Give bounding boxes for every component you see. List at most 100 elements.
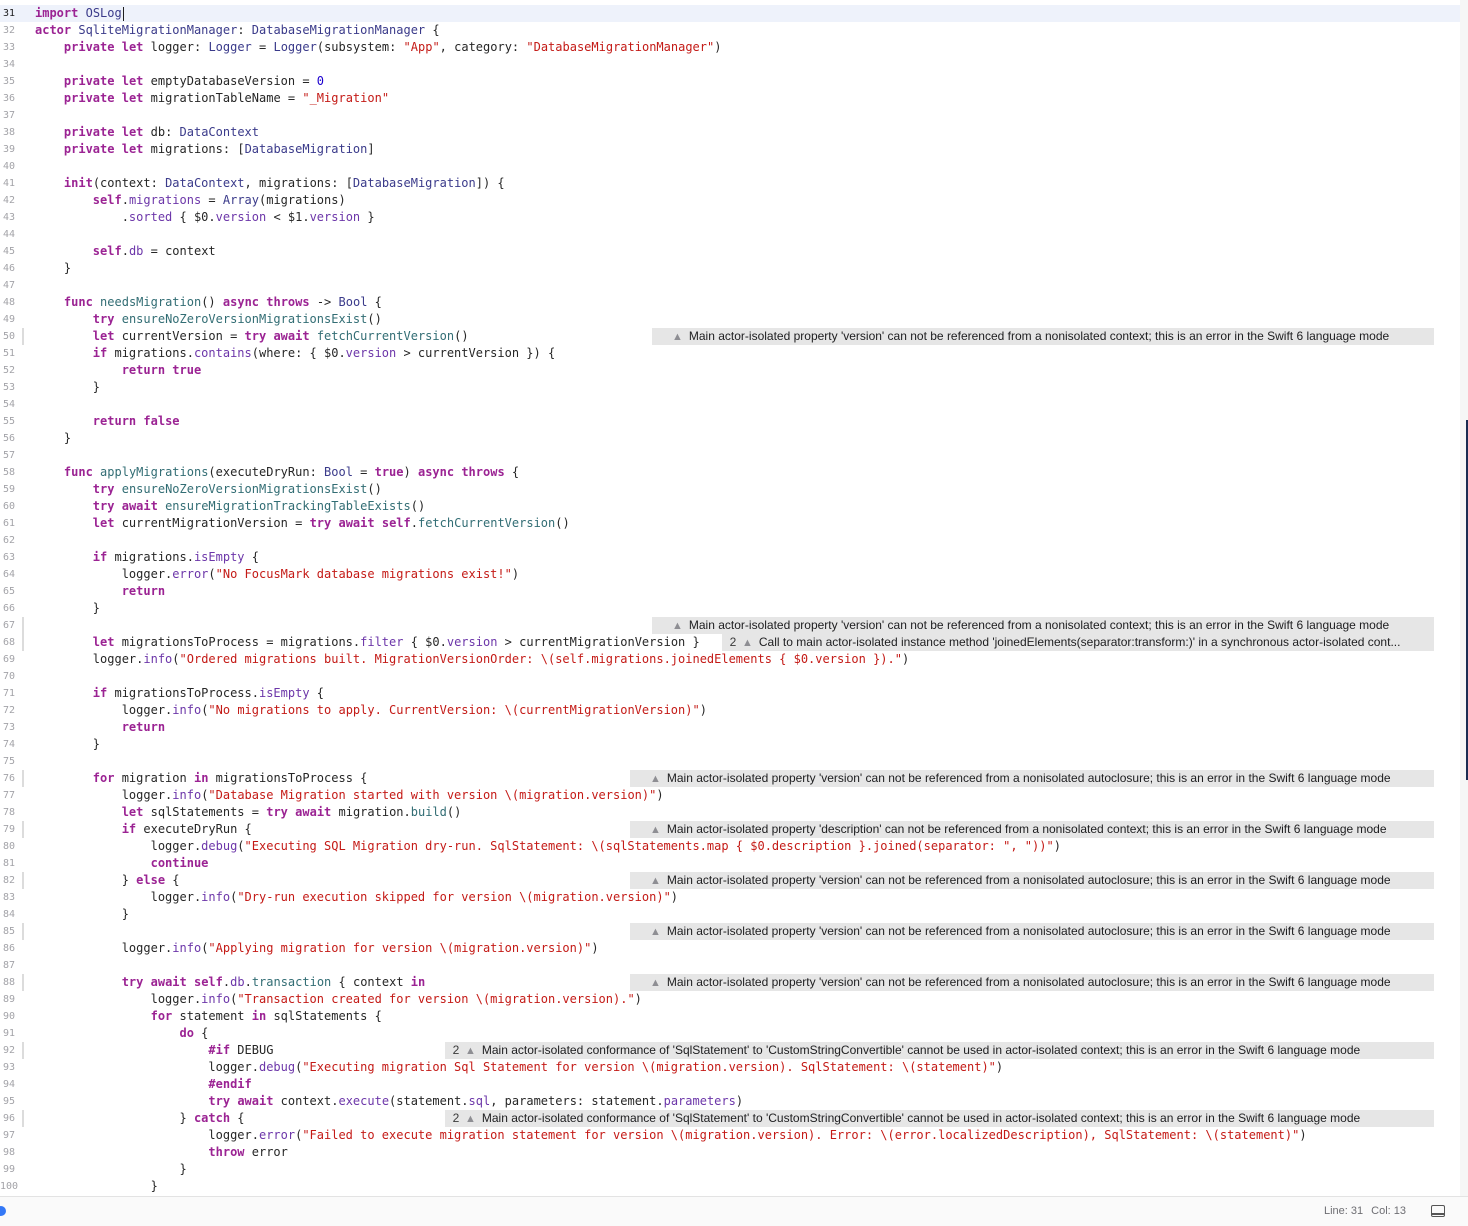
code-text[interactable]: private let migrations: [DatabaseMigrati… xyxy=(35,141,375,158)
code-line[interactable]: 79 if executeDryRun {▲ Main actor-isolate… xyxy=(0,821,1460,838)
code-text[interactable]: let currentVersion = try await fetchCurr… xyxy=(35,328,469,345)
code-text[interactable]: try ensureNoZeroVersionMigrationsExist() xyxy=(35,311,382,328)
inline-warning-annotation[interactable]: ▲ Main actor-isolated property 'version' … xyxy=(652,328,1434,345)
code-text[interactable]: if migrationsToProcess.isEmpty { xyxy=(35,685,324,702)
code-line[interactable]: 37 xyxy=(0,107,1460,124)
code-line[interactable]: 49 try ensureNoZeroVersionMigrationsExis… xyxy=(0,311,1460,328)
inline-warning-annotation[interactable]: 2 ▲ Main actor-isolated conformance of 'Sq… xyxy=(445,1110,1434,1127)
code-line[interactable]: 80 logger.debug("Executing SQL Migration… xyxy=(0,838,1460,855)
code-line[interactable]: 81 continue xyxy=(0,855,1460,872)
code-line[interactable]: 99 } xyxy=(0,1161,1460,1178)
code-line[interactable]: 96 } catch {2 ▲ Main actor-isolated confor… xyxy=(0,1110,1460,1127)
code-text[interactable]: let migrationsToProcess = migrations.fil… xyxy=(35,634,700,651)
code-line[interactable]: 75 xyxy=(0,753,1460,770)
code-line[interactable]: 39 private let migrations: [DatabaseMigr… xyxy=(0,141,1460,158)
code-text[interactable]: if migrations.contains(where: { $0.versi… xyxy=(35,345,555,362)
inline-warning-annotation[interactable]: ▲ Main actor-isolated property 'version' … xyxy=(630,770,1434,787)
code-line[interactable]: 72 logger.info("No migrations to apply. … xyxy=(0,702,1460,719)
code-text[interactable]: let sqlStatements = try await migration.… xyxy=(35,804,462,821)
code-line[interactable]: 60 try await ensureMigrationTrackingTabl… xyxy=(0,498,1460,515)
code-line[interactable]: 44 xyxy=(0,226,1460,243)
inline-warning-annotation[interactable]: ▲ Main actor-isolated property 'descripti… xyxy=(630,821,1434,838)
code-line[interactable]: 54 xyxy=(0,396,1460,413)
code-text[interactable]: return true xyxy=(35,362,202,379)
code-line[interactable]: 63 if migrations.isEmpty { xyxy=(0,549,1460,566)
code-line[interactable]: 55 return false xyxy=(0,413,1460,430)
code-line[interactable]: 74 } xyxy=(0,736,1460,753)
code-text[interactable]: import OSLog xyxy=(35,5,124,22)
code-line[interactable]: 64 logger.error("No FocusMark database m… xyxy=(0,566,1460,583)
code-text[interactable]: self.migrations = Array(migrations) xyxy=(35,192,346,209)
code-line[interactable]: 57 xyxy=(0,447,1460,464)
code-text[interactable]: } xyxy=(35,906,129,923)
code-line[interactable]: 71 if migrationsToProcess.isEmpty { xyxy=(0,685,1460,702)
code-line[interactable]: 68 let migrationsToProcess = migrations.… xyxy=(0,634,1460,651)
code-line[interactable]: 73 return xyxy=(0,719,1460,736)
code-line[interactable]: 48 func needsMigration() async throws ->… xyxy=(0,294,1460,311)
code-text[interactable]: return xyxy=(35,583,165,600)
code-line[interactable]: 86 logger.info("Applying migration for v… xyxy=(0,940,1460,957)
inline-warning-annotation[interactable]: ▲ Main actor-isolated property 'version' … xyxy=(652,617,1434,634)
code-text[interactable]: do { xyxy=(35,1025,209,1042)
code-text[interactable]: } xyxy=(35,736,100,753)
code-line[interactable]: 42 self.migrations = Array(migrations) xyxy=(0,192,1460,209)
code-text[interactable]: } catch { xyxy=(35,1110,244,1127)
code-line[interactable]: 59 try ensureNoZeroVersionMigrationsExis… xyxy=(0,481,1460,498)
code-line[interactable]: 88 try await self.db.transaction { conte… xyxy=(0,974,1460,991)
code-text[interactable]: try await ensureMigrationTrackingTableEx… xyxy=(35,498,425,515)
source-editor[interactable]: 31 import OSLog 32 actor SqliteMigrationMan… xyxy=(0,0,1460,1196)
code-text[interactable]: return false xyxy=(35,413,180,430)
code-line[interactable]: 34 xyxy=(0,56,1460,73)
code-line[interactable]: 85 ▲ Main actor-isolated property 'version… xyxy=(0,923,1460,940)
code-text[interactable]: logger.error("Failed to execute migratio… xyxy=(35,1127,1306,1144)
code-text[interactable]: } xyxy=(35,600,100,617)
code-text[interactable]: private let db: DataContext xyxy=(35,124,259,141)
code-line[interactable]: 93 logger.debug("Executing migration Sql… xyxy=(0,1059,1460,1076)
code-text[interactable]: #if DEBUG xyxy=(35,1042,273,1059)
code-line[interactable]: 83 logger.info("Dry-run execution skippe… xyxy=(0,889,1460,906)
code-text[interactable]: .sorted { $0.version < $1.version } xyxy=(35,209,375,226)
code-text[interactable]: private let logger: Logger = Logger(subs… xyxy=(35,39,722,56)
code-text[interactable]: } else { xyxy=(35,872,180,889)
code-line[interactable]: 52 return true xyxy=(0,362,1460,379)
code-text[interactable]: return xyxy=(35,719,165,736)
code-text[interactable]: logger.debug("Executing migration Sql St… xyxy=(35,1059,1003,1076)
code-text[interactable]: private let migrationTableName = "_Migra… xyxy=(35,90,389,107)
code-text[interactable]: try await self.db.transaction { context … xyxy=(35,974,426,991)
code-line[interactable]: 100 } xyxy=(0,1178,1460,1195)
code-line[interactable]: 89 logger.info("Transaction created for … xyxy=(0,991,1460,1008)
code-line[interactable]: 43 .sorted { $0.version < $1.version } xyxy=(0,209,1460,226)
code-line[interactable]: 84 } xyxy=(0,906,1460,923)
code-text[interactable]: logger.error("No FocusMark database migr… xyxy=(35,566,519,583)
code-text[interactable]: continue xyxy=(35,855,209,872)
code-line[interactable]: 65 return xyxy=(0,583,1460,600)
inline-warning-annotation[interactable]: ▲ Main actor-isolated property 'version' … xyxy=(630,974,1434,991)
code-line[interactable]: 97 logger.error("Failed to execute migra… xyxy=(0,1127,1460,1144)
code-text[interactable]: } xyxy=(35,430,71,447)
code-line[interactable]: 70 xyxy=(0,668,1460,685)
code-line[interactable]: 46 } xyxy=(0,260,1460,277)
code-text[interactable]: let currentMigrationVersion = try await … xyxy=(35,515,570,532)
code-line[interactable]: 51 if migrations.contains(where: { $0.ve… xyxy=(0,345,1460,362)
cursor-position[interactable]: Line: 31 Col: 13 xyxy=(1324,1205,1406,1217)
code-line[interactable]: 76 for migration in migrationsToProcess … xyxy=(0,770,1460,787)
inline-warning-annotation[interactable]: ▲ Main actor-isolated property 'version' … xyxy=(630,923,1434,940)
current-code-line[interactable]: 31 import OSLog xyxy=(0,5,1460,22)
code-line[interactable]: 47 xyxy=(0,277,1460,294)
code-line[interactable]: 67 ▲ Main actor-isolated property 'version… xyxy=(0,617,1460,634)
inline-warning-annotation[interactable]: ▲ Main actor-isolated property 'version' … xyxy=(630,872,1434,889)
code-text[interactable]: init(context: DataContext, migrations: [… xyxy=(35,175,505,192)
code-text[interactable]: try ensureNoZeroVersionMigrationsExist() xyxy=(35,481,382,498)
inline-warning-annotation[interactable]: 2 ▲ Main actor-isolated conformance of 'Sq… xyxy=(445,1042,1434,1059)
code-line[interactable]: 50 let currentVersion = try await fetchC… xyxy=(0,328,1460,345)
code-line[interactable]: 32 actor SqliteMigrationManager: Database… xyxy=(0,22,1460,39)
code-text[interactable]: if migrations.isEmpty { xyxy=(35,549,259,566)
code-text[interactable]: logger.debug("Executing SQL Migration dr… xyxy=(35,838,1061,855)
code-line[interactable]: 87 xyxy=(0,957,1460,974)
code-line[interactable]: 40 xyxy=(0,158,1460,175)
code-line[interactable]: 98 throw error xyxy=(0,1144,1460,1161)
code-text[interactable]: #endif xyxy=(35,1076,251,1093)
bottom-panel-toggle-icon[interactable] xyxy=(1431,1205,1445,1217)
code-line[interactable]: 92 #if DEBUG 2 ▲ Main actor-isolated confor… xyxy=(0,1042,1460,1059)
code-text[interactable]: } xyxy=(35,1161,186,1178)
